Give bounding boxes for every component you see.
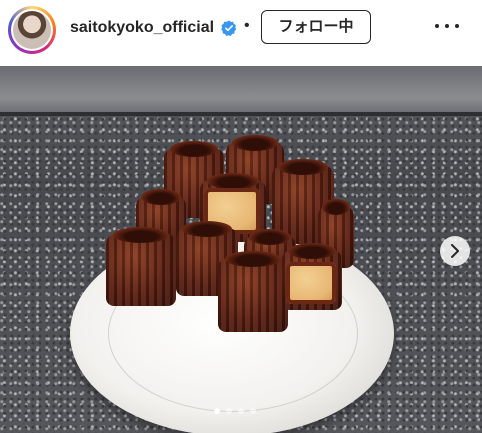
verified-badge-icon xyxy=(221,20,237,36)
carousel-dot xyxy=(226,408,232,414)
separator-dot: • xyxy=(244,17,250,34)
canele xyxy=(106,227,176,306)
background-wall xyxy=(0,66,482,112)
canele xyxy=(218,251,288,332)
post-header: saitokyoko_official • フォロー中 xyxy=(0,0,482,64)
next-slide-button[interactable] xyxy=(440,236,470,266)
canele-cut-half xyxy=(286,262,336,304)
carousel-dot xyxy=(238,408,244,414)
following-button[interactable]: フォロー中 xyxy=(261,10,371,44)
avatar[interactable] xyxy=(8,6,56,54)
avatar-photo xyxy=(13,11,51,49)
carousel-dot xyxy=(250,408,256,414)
counter-edge xyxy=(0,112,482,116)
username-link[interactable]: saitokyoko_official xyxy=(70,18,214,38)
carousel-dot xyxy=(214,408,220,414)
chevron-right-icon xyxy=(451,244,459,258)
post-image[interactable] xyxy=(0,66,482,433)
more-options-icon[interactable] xyxy=(432,16,462,36)
